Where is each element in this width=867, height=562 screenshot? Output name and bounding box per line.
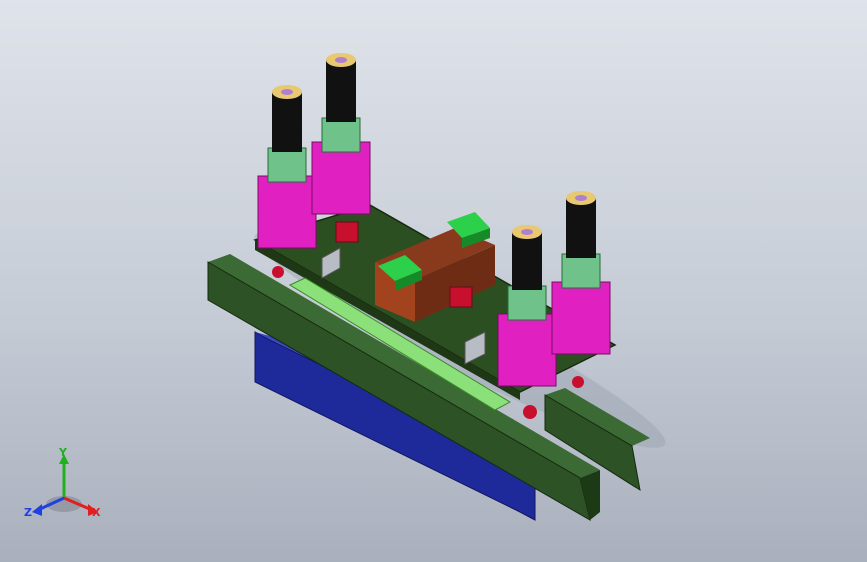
z-axis-label: Z [24,506,32,519]
red-sensor-1 [335,221,359,243]
cylinder-2 [311,53,371,215]
red-fitting-2 [523,405,537,419]
red-fitting-3 [572,376,584,388]
cylinder-1 [257,85,317,249]
cylinder-4 [551,191,611,355]
red-sensor-2 [449,286,473,308]
cad-viewport[interactable]: Y X Z [0,0,867,562]
axis-triad-icon: Y X Z [24,446,101,519]
x-axis-label: X [92,506,101,519]
y-axis-label: Y [58,446,68,459]
red-fitting-1 [272,266,284,278]
cad-model-assembly[interactable] [0,0,867,562]
